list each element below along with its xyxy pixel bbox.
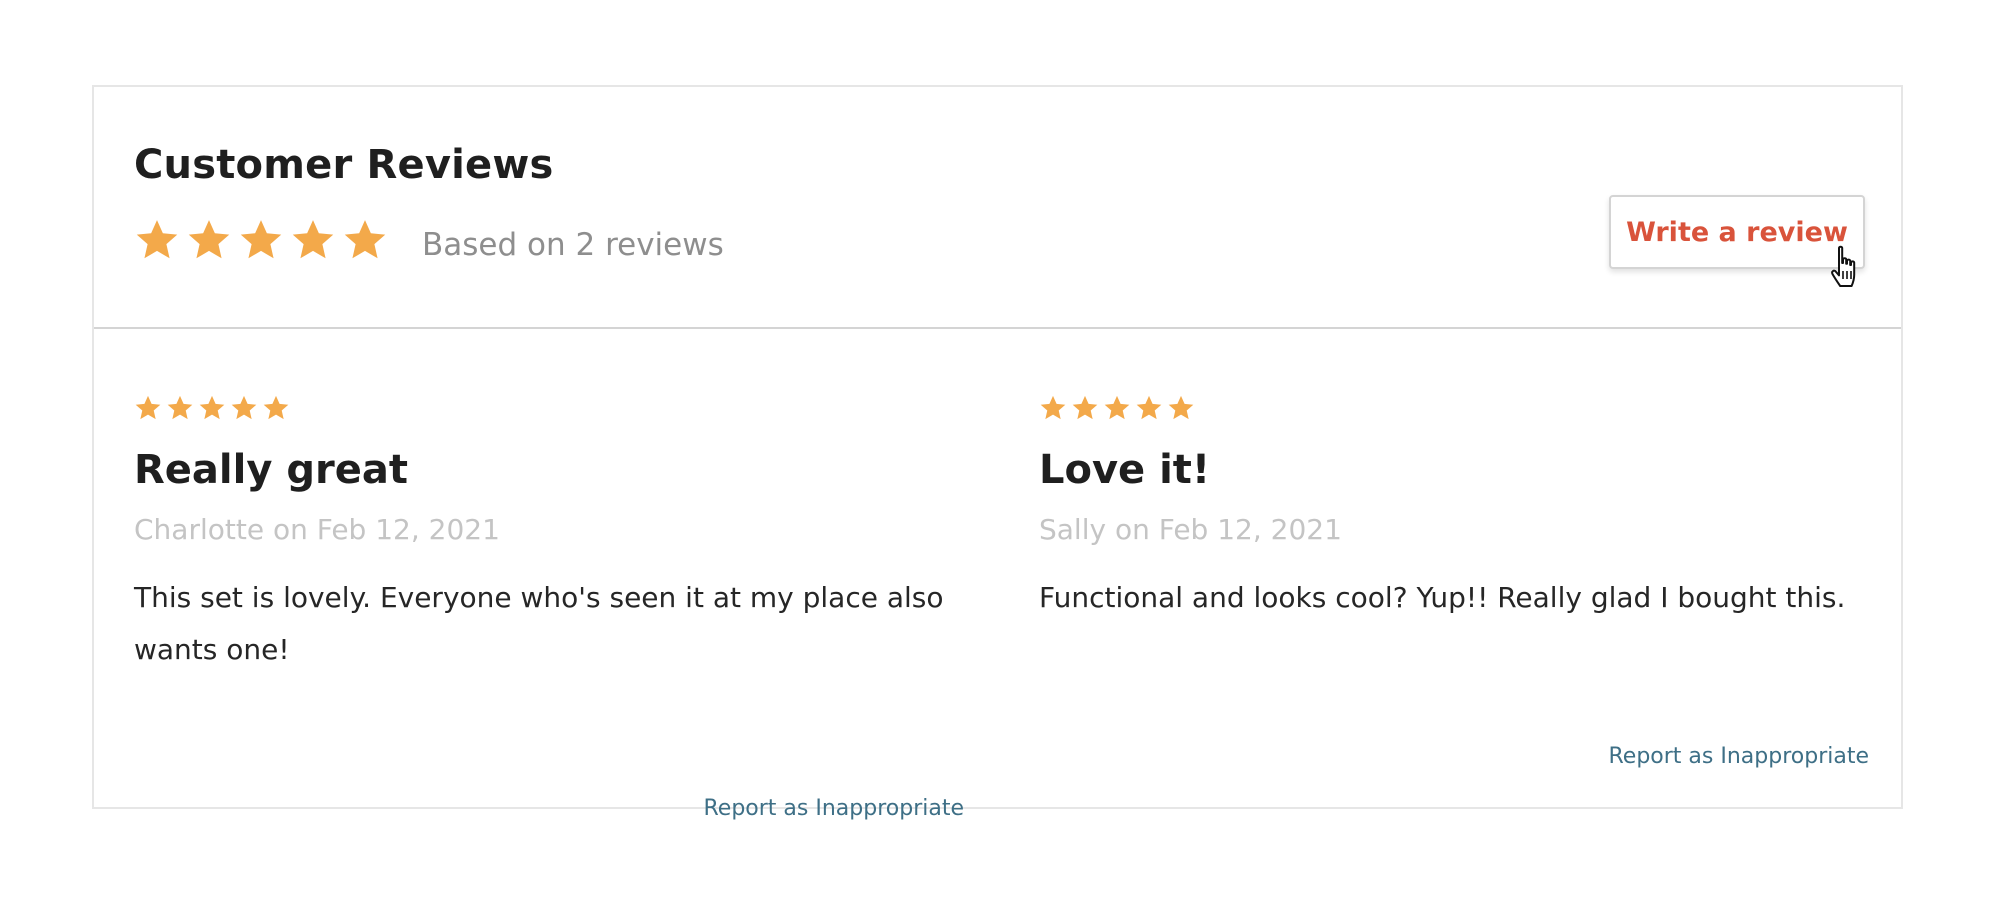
review-body: This set is lovely. Everyone who's seen … xyxy=(134,581,944,666)
report-inappropriate-link[interactable]: Report as Inappropriate xyxy=(704,795,965,823)
star-icon xyxy=(240,220,282,259)
star-icon xyxy=(135,395,161,420)
star-icon xyxy=(292,220,334,259)
star-icon xyxy=(263,395,289,420)
reviews-header: Customer Reviews Based on 2 reviews Writ… xyxy=(94,87,1901,329)
star-icon xyxy=(1136,395,1162,420)
star-icon xyxy=(1040,395,1066,420)
review-body: Functional and looks cool? Yup!! Really … xyxy=(1039,581,1846,614)
star-icon xyxy=(199,395,225,420)
review-title: Love it! xyxy=(1039,447,1211,493)
review-title: Really great xyxy=(134,447,408,493)
reviews-title: Customer Reviews xyxy=(134,142,554,188)
star-icon xyxy=(1104,395,1130,420)
star-icon xyxy=(136,220,178,259)
review-card: Love it! Sally on Feb 12, 2021 Functiona… xyxy=(1039,394,1869,769)
star-icon xyxy=(344,220,386,259)
star-icon xyxy=(1168,395,1194,420)
review-count-summary: Based on 2 reviews xyxy=(422,227,724,263)
reviews-panel: Customer Reviews Based on 2 reviews Writ… xyxy=(92,85,1903,821)
review-rating-stars xyxy=(1039,394,1869,422)
star-icon xyxy=(167,395,193,420)
review-rating-stars xyxy=(134,394,964,422)
report-inappropriate-link[interactable]: Report as Inappropriate xyxy=(1609,743,1870,771)
hand-pointer-cursor-icon xyxy=(1831,245,1856,287)
review-author-date: Charlotte on Feb 12, 2021 xyxy=(134,513,500,546)
review-card: Really great Charlotte on Feb 12, 2021 T… xyxy=(134,394,964,821)
average-rating-stars xyxy=(134,217,388,271)
star-icon xyxy=(188,220,230,259)
star-icon xyxy=(1072,395,1098,420)
write-review-button[interactable]: Write a review xyxy=(1609,195,1865,269)
review-author-date: Sally on Feb 12, 2021 xyxy=(1039,513,1342,546)
star-icon xyxy=(231,395,257,420)
